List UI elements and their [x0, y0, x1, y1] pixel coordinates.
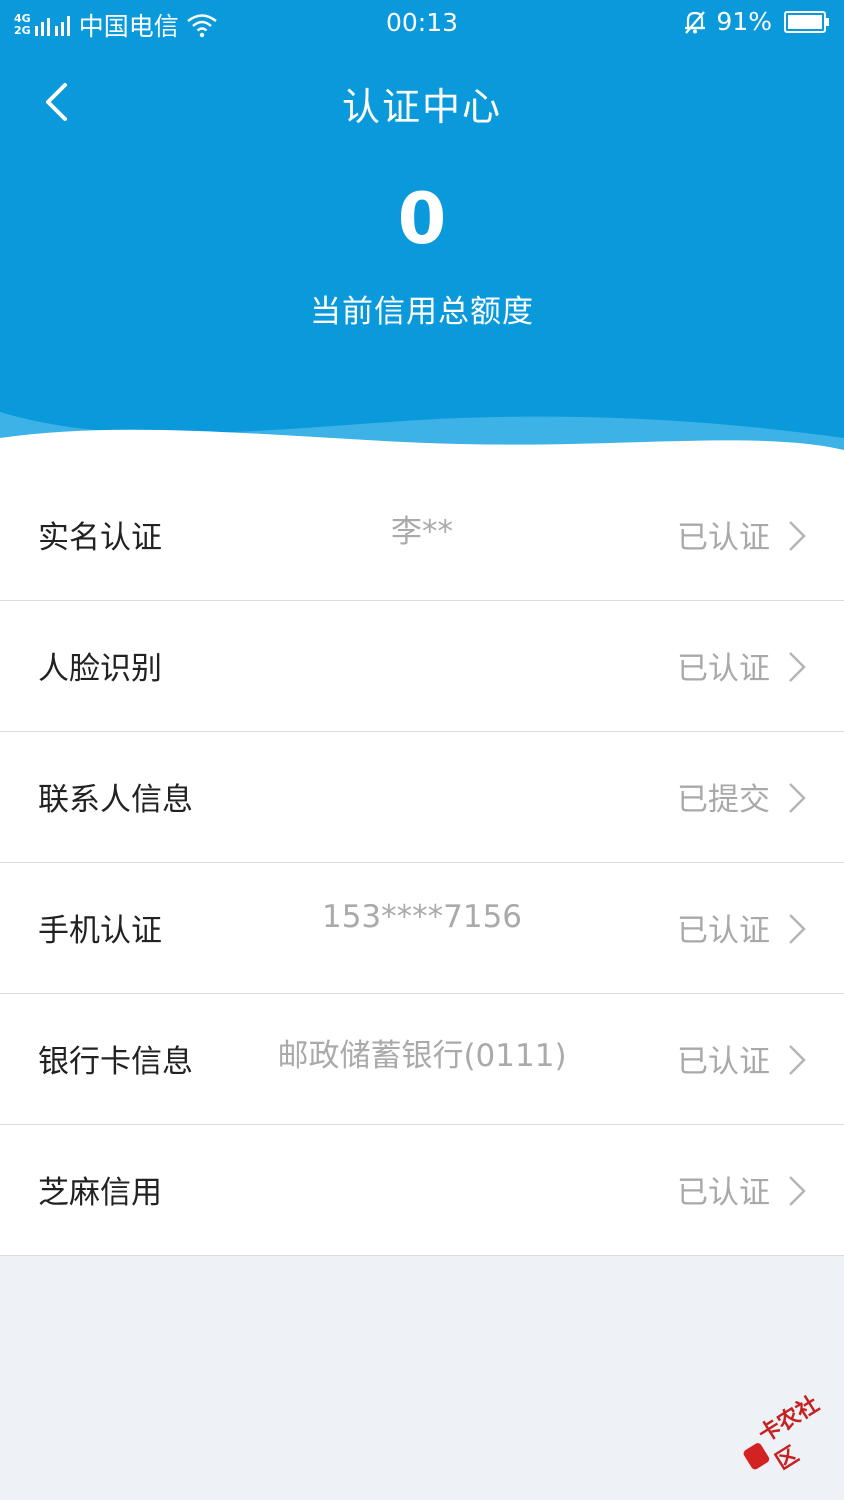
item-status: 已认证	[677, 651, 770, 687]
item-label: 联系人信息	[38, 782, 193, 818]
list-item-phone[interactable]: 手机认证 153****7156 已认证	[0, 863, 844, 994]
wave-decoration	[0, 412, 844, 470]
item-value: 李**	[391, 514, 453, 550]
status-bar: 4G 2G 中国电信 00:13 91%	[0, 0, 844, 48]
chevron-right-icon	[789, 783, 806, 813]
item-label: 人脸识别	[38, 651, 162, 687]
item-status: 已提交	[677, 782, 770, 818]
chevron-right-icon	[789, 914, 806, 944]
chevron-right-icon	[789, 1176, 806, 1206]
item-status: 已认证	[677, 913, 770, 949]
credit-label: 当前信用总额度	[310, 294, 534, 330]
item-label: 手机认证	[38, 913, 162, 949]
item-label: 芝麻信用	[38, 1175, 162, 1211]
list-item-bank-card[interactable]: 银行卡信息 邮政储蓄银行(0111) 已认证	[0, 994, 844, 1125]
item-value: 邮政储蓄银行(0111)	[277, 1038, 567, 1074]
item-status: 已认证	[677, 520, 770, 556]
header: 4G 2G 中国电信 00:13 91% 认证中心 0 当前信用总额度	[0, 0, 844, 470]
chevron-right-icon	[789, 1045, 806, 1075]
battery-icon	[784, 10, 829, 33]
verification-list: 实名认证 李** 已认证 人脸识别 已认证 联系人信息 已提交 手机认证 153…	[0, 470, 844, 1256]
page-title: 认证中心	[341, 85, 502, 129]
battery-percentage: 91%	[716, 7, 772, 36]
list-item-contacts[interactable]: 联系人信息 已提交	[0, 732, 844, 863]
item-label: 银行卡信息	[38, 1044, 193, 1080]
list-item-face-recognition[interactable]: 人脸识别 已认证	[0, 601, 844, 732]
list-item-real-name[interactable]: 实名认证 李** 已认证	[0, 470, 844, 601]
watermark: 卡农社区	[731, 1379, 844, 1488]
item-value: 153****7156	[321, 899, 523, 935]
alarm-off-icon	[685, 10, 706, 34]
item-status: 已认证	[677, 1044, 770, 1080]
item-status: 已认证	[677, 1175, 770, 1211]
chevron-right-icon	[789, 652, 806, 682]
list-item-sesame-credit[interactable]: 芝麻信用 已认证	[0, 1125, 844, 1256]
chevron-right-icon	[789, 521, 806, 551]
item-label: 实名认证	[38, 520, 162, 556]
credit-amount: 0	[397, 178, 447, 260]
